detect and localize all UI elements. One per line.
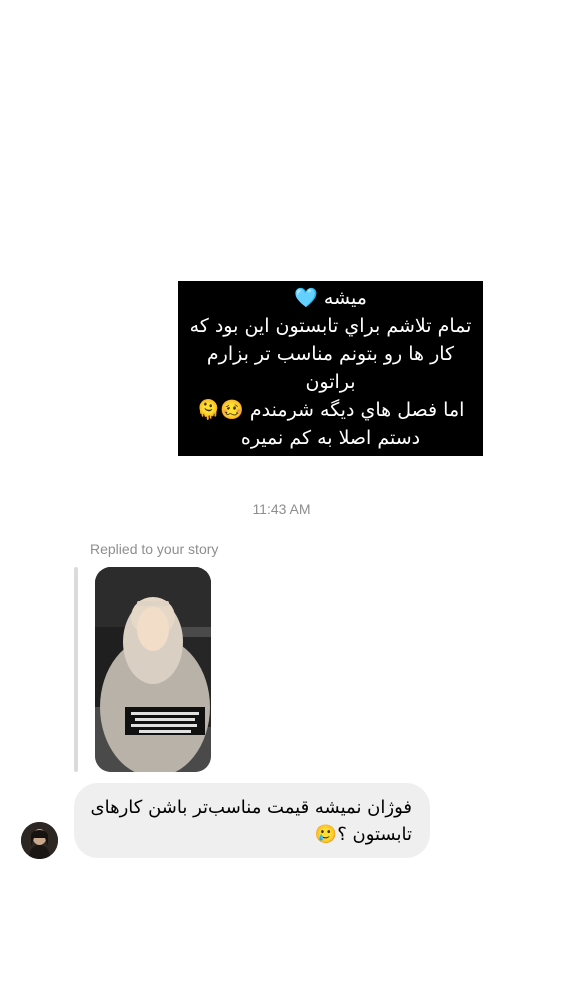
story-thumbnail[interactable] [95,567,211,772]
story-text-line: براتون [305,371,356,393]
story-text-line: كار ها رو بتونم مناسب تر بزارم [206,343,455,365]
avatar-image [21,822,58,859]
story-text-line: اما فصل هاي ديگه شرمندم 🥴🫠 [196,399,465,421]
shared-story-text-card[interactable]: میشه 🩵 تمام تلاشم براي تابستون اين بود ك… [178,281,483,456]
reply-indicator-bar [74,567,78,772]
message-timestamp: 11:43 AM [252,501,311,517]
story-photo-image [95,567,211,772]
story-text-line: تمام تلاشم براي تابستون اين بود كه [189,315,472,337]
story-text-line: دستم اصلا به كم نميره [240,427,421,449]
message-text-line: فوژان نمیشه قیمت مناسب‌تر باشن کارهای [90,797,412,818]
message-text-line: تابستون ؟🥲 [314,824,412,845]
avatar[interactable] [21,822,58,859]
story-text-line: میشه 🩵 [294,287,367,309]
message-bubble[interactable]: فوژان نمیشه قیمت مناسب‌تر باشن کارهای تا… [74,783,430,858]
replied-to-story-label: Replied to your story [90,541,219,557]
